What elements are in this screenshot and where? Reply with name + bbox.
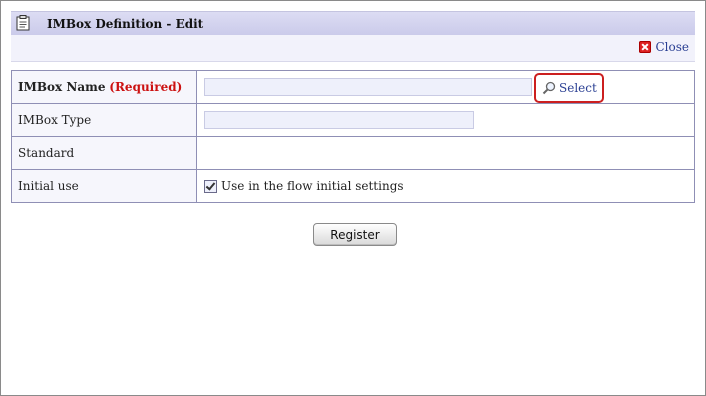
select-button[interactable]: Select xyxy=(534,73,604,103)
imbox-form: IMBox Name (Required) Select IMBox Type xyxy=(11,70,695,203)
clipboard-icon xyxy=(16,15,30,31)
close-bar: Close xyxy=(11,35,695,62)
imbox-name-label-cell: IMBox Name (Required) xyxy=(11,70,197,104)
form-row-name: IMBox Name (Required) Select xyxy=(11,70,695,104)
form-row-type: IMBox Type xyxy=(11,103,695,137)
initial-use-checkbox-label: Use in the flow initial settings xyxy=(221,179,404,193)
magnifier-icon xyxy=(542,81,556,95)
standard-value xyxy=(196,136,695,170)
form-row-initial-use: Initial use Use in the flow initial sett… xyxy=(11,169,695,203)
imbox-type-label: IMBox Type xyxy=(11,103,197,137)
close-icon xyxy=(639,41,652,53)
imbox-type-input[interactable] xyxy=(204,111,474,129)
register-button[interactable]: Register xyxy=(313,223,397,246)
dialog-frame: IMBox Definition - Edit Close IMBox Name… xyxy=(0,0,706,396)
select-label: Select xyxy=(559,81,597,95)
imbox-name-input[interactable] xyxy=(204,78,532,96)
initial-use-label: Initial use xyxy=(11,169,197,203)
dialog-title-bar: IMBox Definition - Edit xyxy=(11,11,695,36)
initial-use-value-cell: Use in the flow initial settings xyxy=(196,169,695,203)
close-button[interactable]: Close xyxy=(639,40,689,54)
standard-label: Standard xyxy=(11,136,197,170)
imbox-name-label: IMBox Name xyxy=(18,80,106,94)
required-mark: (Required) xyxy=(109,80,183,94)
dialog-title: IMBox Definition - Edit xyxy=(47,17,204,31)
imbox-type-value-cell xyxy=(196,103,695,137)
initial-use-checkbox[interactable] xyxy=(204,180,217,193)
close-label: Close xyxy=(655,40,689,54)
form-row-standard: Standard xyxy=(11,136,695,170)
imbox-name-value-cell: Select xyxy=(196,70,695,104)
